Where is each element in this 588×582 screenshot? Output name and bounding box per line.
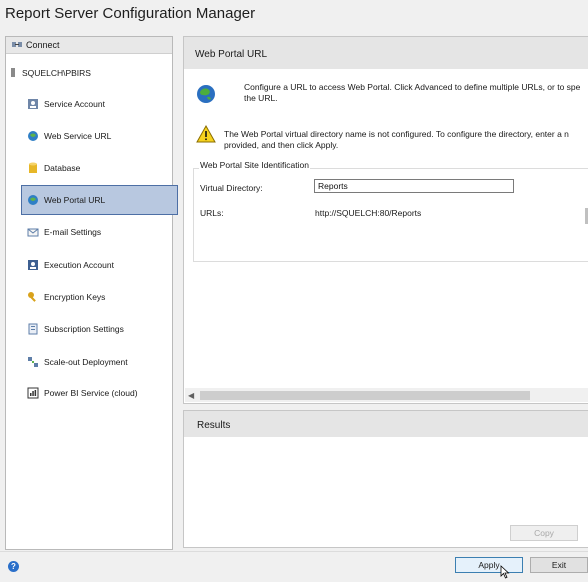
sidebar-item-encryption-keys[interactable]: Encryption Keys bbox=[22, 283, 177, 311]
warning-text: The Web Portal virtual directory name is… bbox=[224, 129, 569, 150]
sidebar-item-web-service-url[interactable]: Web Service URL bbox=[22, 122, 177, 150]
server-name: SQUELCH\PBIRS bbox=[22, 68, 91, 78]
power-bi-service-icon bbox=[27, 387, 39, 399]
warning-icon bbox=[196, 125, 216, 143]
virtual-directory-label: Virtual Directory: bbox=[200, 183, 263, 193]
virtual-directory-input[interactable] bbox=[314, 179, 514, 193]
sidebar-item-label: Subscription Settings bbox=[44, 324, 124, 334]
scroll-left-icon[interactable]: ◀ bbox=[188, 391, 194, 400]
scrollbar-thumb[interactable] bbox=[200, 391, 530, 400]
window-title: Report Server Configuration Manager bbox=[5, 5, 256, 22]
sidebar-item-label: Web Service URL bbox=[44, 131, 112, 141]
exit-button[interactable]: Exit bbox=[530, 557, 588, 573]
sidebar-item-email-settings[interactable]: E-mail Settings bbox=[22, 218, 177, 246]
sidebar-item-label: Encryption Keys bbox=[44, 292, 106, 302]
sidebar-item-subscription-settings[interactable]: Subscription Settings bbox=[22, 315, 177, 343]
urls-value: http://SQUELCH:80/Reports bbox=[315, 208, 422, 218]
database-icon bbox=[29, 162, 37, 173]
sidebar-item-label: Service Account bbox=[44, 99, 105, 109]
sidebar-item-scale-out-deployment[interactable]: Scale-out Deployment bbox=[22, 348, 177, 376]
sidebar-item-database[interactable]: Database bbox=[22, 154, 177, 182]
encryption-keys-icon bbox=[28, 292, 36, 302]
sidebar-item-label: Execution Account bbox=[44, 260, 114, 270]
web-portal-url-panel: Web Portal URL Configure a URL to access… bbox=[183, 36, 588, 404]
sidebar-item-label: Web Portal URL bbox=[44, 195, 106, 205]
results-panel: Results Copy bbox=[183, 410, 588, 548]
help-icon[interactable]: ? bbox=[8, 561, 19, 572]
connect-icon bbox=[12, 42, 22, 47]
sidebar-item-label: Scale-out Deployment bbox=[44, 357, 128, 367]
title-bar: Report Server Configuration Manager bbox=[0, 0, 588, 30]
sidebar: Connect SQUELCH\PBIRS Service Account We… bbox=[5, 36, 178, 550]
email-settings-icon bbox=[27, 228, 39, 237]
web-service-url-icon bbox=[28, 131, 38, 141]
page-title: Web Portal URL bbox=[195, 49, 268, 60]
service-account-icon bbox=[28, 99, 38, 109]
connect-button[interactable]: Connect bbox=[6, 37, 172, 54]
sidebar-item-label: Power BI Service (cloud) bbox=[44, 388, 138, 398]
sidebar-item-execution-account[interactable]: Execution Account bbox=[22, 251, 177, 279]
results-title: Results bbox=[197, 420, 231, 431]
group-title: Web Portal Site Identification bbox=[199, 160, 310, 170]
sidebar-item-label: Database bbox=[44, 163, 81, 173]
execution-account-icon bbox=[28, 260, 38, 270]
description-text: Configure a URL to access Web Portal. Cl… bbox=[244, 82, 581, 103]
subscription-settings-icon bbox=[28, 323, 38, 335]
sidebar-item-label: E-mail Settings bbox=[44, 227, 102, 237]
sidebar-item-service-account[interactable]: Service Account bbox=[22, 90, 177, 118]
globe-icon bbox=[197, 85, 215, 103]
scale-out-deployment-icon bbox=[28, 357, 38, 367]
connect-label: Connect bbox=[26, 40, 60, 50]
server-icon bbox=[11, 68, 15, 77]
mouse-cursor-icon bbox=[500, 565, 510, 579]
panel-header: Web Portal URL bbox=[184, 37, 588, 69]
divider bbox=[0, 551, 588, 552]
sidebar-item-power-bi-service[interactable]: Power BI Service (cloud) bbox=[22, 379, 177, 407]
copy-button[interactable]: Copy bbox=[510, 525, 578, 541]
web-portal-url-icon bbox=[28, 195, 38, 205]
apply-button[interactable]: Apply bbox=[455, 557, 523, 573]
results-header: Results bbox=[184, 411, 588, 437]
sidebar-item-web-portal-url[interactable]: Web Portal URL bbox=[21, 185, 178, 215]
horizontal-scrollbar[interactable]: ◀ bbox=[185, 388, 588, 402]
urls-label: URLs: bbox=[200, 208, 224, 218]
